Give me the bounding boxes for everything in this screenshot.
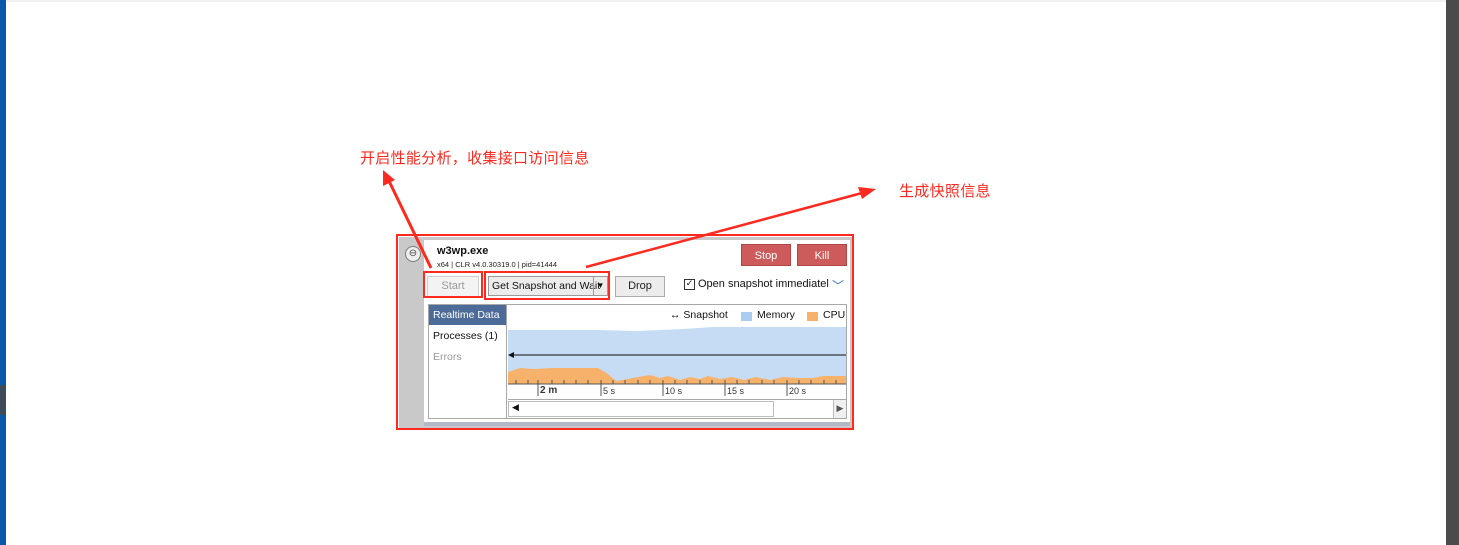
double-arrow-icon: ↔ (670, 309, 684, 321)
process-name: w3wp.exe (437, 245, 489, 257)
top-divider (6, 0, 1446, 2)
cpu-swatch-icon (807, 312, 818, 321)
process-info: x64 | CLR v4.0.30319.0 | pid=41444 (437, 260, 558, 269)
drop-button[interactable]: Drop (615, 276, 665, 297)
start-annotation: 开启性能分析，收集接口访问信息 (360, 149, 590, 167)
sidebar-item-errors[interactable]: Errors (429, 347, 506, 367)
snapshot-annotation: 生成快照信息 (899, 182, 991, 200)
stop-button[interactable]: Stop (741, 244, 791, 266)
window-left-edge (0, 0, 6, 545)
memory-swatch-icon (741, 312, 752, 321)
legend-cpu-label: CPU (823, 309, 846, 321)
tick-label-15s: 15 s (727, 386, 745, 396)
collapse-icon[interactable]: ⊖ (405, 246, 421, 262)
snapshot-arrow-head (858, 187, 876, 199)
sidebar-item-realtime-data[interactable]: Realtime Data (429, 305, 506, 325)
tick-label-5s: 5 s (603, 386, 616, 396)
start-arrow-head (383, 170, 395, 186)
sidebar-item-processes[interactable]: Processes (1) (429, 326, 506, 346)
scroll-right-icon[interactable]: ▶ (833, 400, 846, 418)
scroll-left-icon[interactable]: ◀ (512, 403, 519, 413)
legend-memory-label: Memory (757, 309, 795, 321)
tick-label-20s: 20 s (789, 386, 807, 396)
open-snapshot-label: Open snapshot immediatel (698, 278, 829, 290)
sidebar-divider (506, 305, 507, 418)
tick-label-2m: 2 m (540, 385, 558, 396)
legend-snapshot-label: Snapshot (683, 309, 728, 321)
legend-snapshot: ↔ Snapshot (670, 309, 728, 321)
timeline-scrollbar[interactable]: ◀ ▶ (508, 399, 846, 418)
open-snapshot-checkbox[interactable]: ✓ (684, 279, 695, 290)
kill-button[interactable]: Kill (797, 244, 847, 266)
snapshot-highlight-box (484, 271, 610, 300)
expand-chevron-icon[interactable]: ﹀ (832, 277, 844, 294)
tick-label-10s: 10 s (665, 386, 683, 396)
timeline-scroll-thumb[interactable] (508, 401, 774, 417)
start-highlight-box (423, 271, 483, 298)
left-edge-notch (0, 385, 6, 415)
window-scrollbar[interactable] (1446, 0, 1459, 545)
